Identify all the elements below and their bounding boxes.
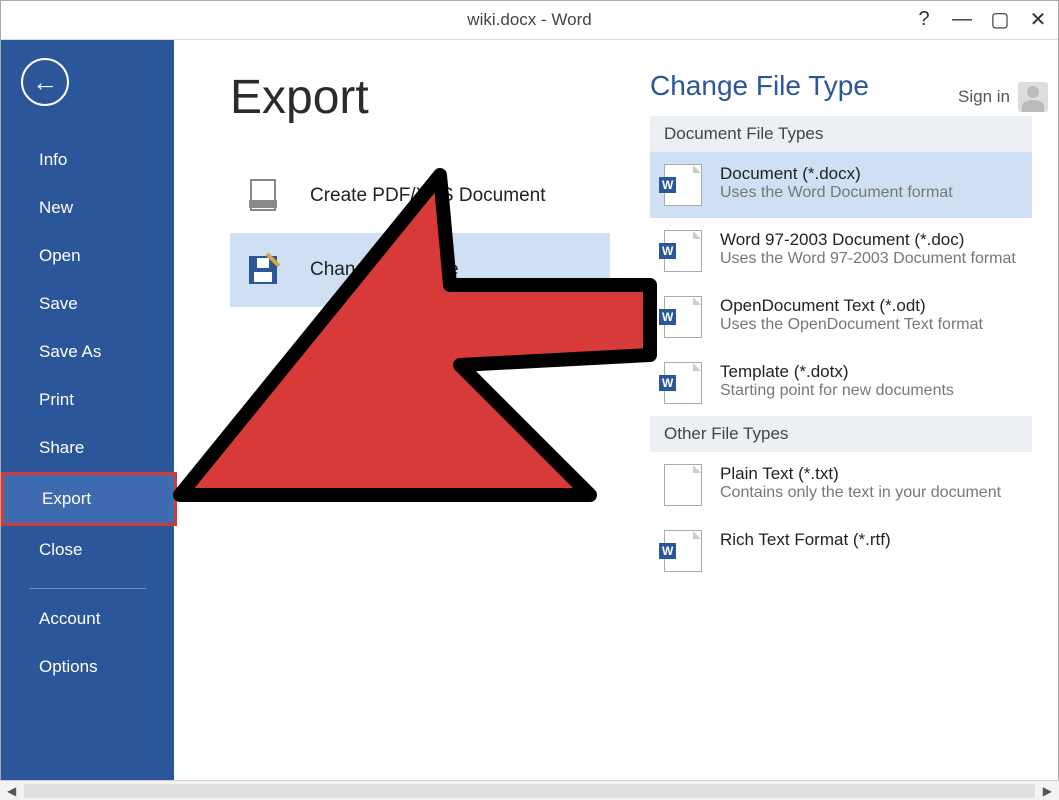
sidebar-item-account[interactable]: Account [1, 595, 174, 643]
word-doc-icon: W [664, 230, 702, 272]
window-title: wiki.docx - Word [467, 10, 591, 30]
file-sidebar: ← Info New Open Save Save As Print Share… [1, 40, 174, 799]
back-button[interactable]: ← [21, 58, 69, 106]
sign-in-label: Sign in [958, 87, 1010, 107]
file-type-doc[interactable]: W Word 97-2003 Document (*.doc) Uses the… [650, 218, 1032, 284]
file-type-name: Rich Text Format (*.rtf) [720, 530, 891, 550]
sidebar-item-save[interactable]: Save [1, 280, 174, 328]
pdf-icon [244, 177, 282, 215]
scroll-thumb[interactable] [24, 784, 1035, 798]
sidebar-item-save-as[interactable]: Save As [1, 328, 174, 376]
file-type-desc: Uses the OpenDocument Text format [720, 316, 983, 334]
minimize-button[interactable]: — [950, 8, 974, 31]
scroll-right-icon[interactable]: ▶ [1039, 784, 1056, 798]
scroll-left-icon[interactable]: ◀ [3, 784, 20, 798]
sidebar-item-options[interactable]: Options [1, 643, 174, 691]
group-document-file-types: Document File Types [650, 116, 1032, 152]
word-doc-icon: W [664, 296, 702, 338]
word-doc-icon: W [664, 530, 702, 572]
option-label: Create PDF/XPS Document [310, 185, 545, 207]
file-type-desc: Uses the Word 97-2003 Document format [720, 250, 1016, 268]
horizontal-scrollbar[interactable]: ◀ ▶ [0, 780, 1059, 800]
help-icon[interactable]: ? [912, 8, 936, 31]
file-type-docx[interactable]: W Document (*.docx) Uses the Word Docume… [650, 152, 1032, 218]
option-change-file-type[interactable]: Change File Type [230, 233, 610, 307]
sidebar-item-export[interactable]: Export [1, 472, 177, 526]
sidebar-item-print[interactable]: Print [1, 376, 174, 424]
text-doc-icon [664, 464, 702, 506]
sign-in-link[interactable]: Sign in [958, 82, 1048, 112]
file-type-desc: Starting point for new documents [720, 382, 954, 400]
option-create-pdf-xps[interactable]: Create PDF/XPS Document [230, 159, 610, 233]
maximize-button[interactable]: ▢ [988, 7, 1012, 32]
save-as-icon [244, 251, 282, 289]
sidebar-item-new[interactable]: New [1, 184, 174, 232]
file-type-name: Word 97-2003 Document (*.doc) [720, 230, 1016, 250]
file-type-desc: Uses the Word Document format [720, 184, 953, 202]
page-title: Export [230, 70, 610, 125]
close-button[interactable]: ✕ [1026, 7, 1050, 32]
sidebar-item-close[interactable]: Close [1, 526, 174, 574]
sidebar-separator [29, 588, 146, 589]
file-type-rtf[interactable]: W Rich Text Format (*.rtf) [650, 518, 1032, 584]
avatar-icon [1018, 82, 1048, 112]
file-type-name: OpenDocument Text (*.odt) [720, 296, 983, 316]
title-bar: wiki.docx - Word ? — ▢ ✕ [1, 1, 1058, 40]
file-type-name: Document (*.docx) [720, 164, 953, 184]
file-type-name: Plain Text (*.txt) [720, 464, 1001, 484]
group-other-file-types: Other File Types [650, 416, 1032, 452]
file-type-name: Template (*.dotx) [720, 362, 954, 382]
file-type-desc: Contains only the text in your document [720, 484, 1001, 502]
word-doc-icon: W [664, 164, 702, 206]
file-type-txt[interactable]: Plain Text (*.txt) Contains only the tex… [650, 452, 1032, 518]
word-doc-icon: W [664, 362, 702, 404]
file-type-odt[interactable]: W OpenDocument Text (*.odt) Uses the Ope… [650, 284, 1032, 350]
sidebar-item-info[interactable]: Info [1, 136, 174, 184]
sidebar-item-open[interactable]: Open [1, 232, 174, 280]
option-label: Change File Type [310, 259, 459, 281]
sidebar-item-share[interactable]: Share [1, 424, 174, 472]
file-type-dotx[interactable]: W Template (*.dotx) Starting point for n… [650, 350, 1032, 416]
